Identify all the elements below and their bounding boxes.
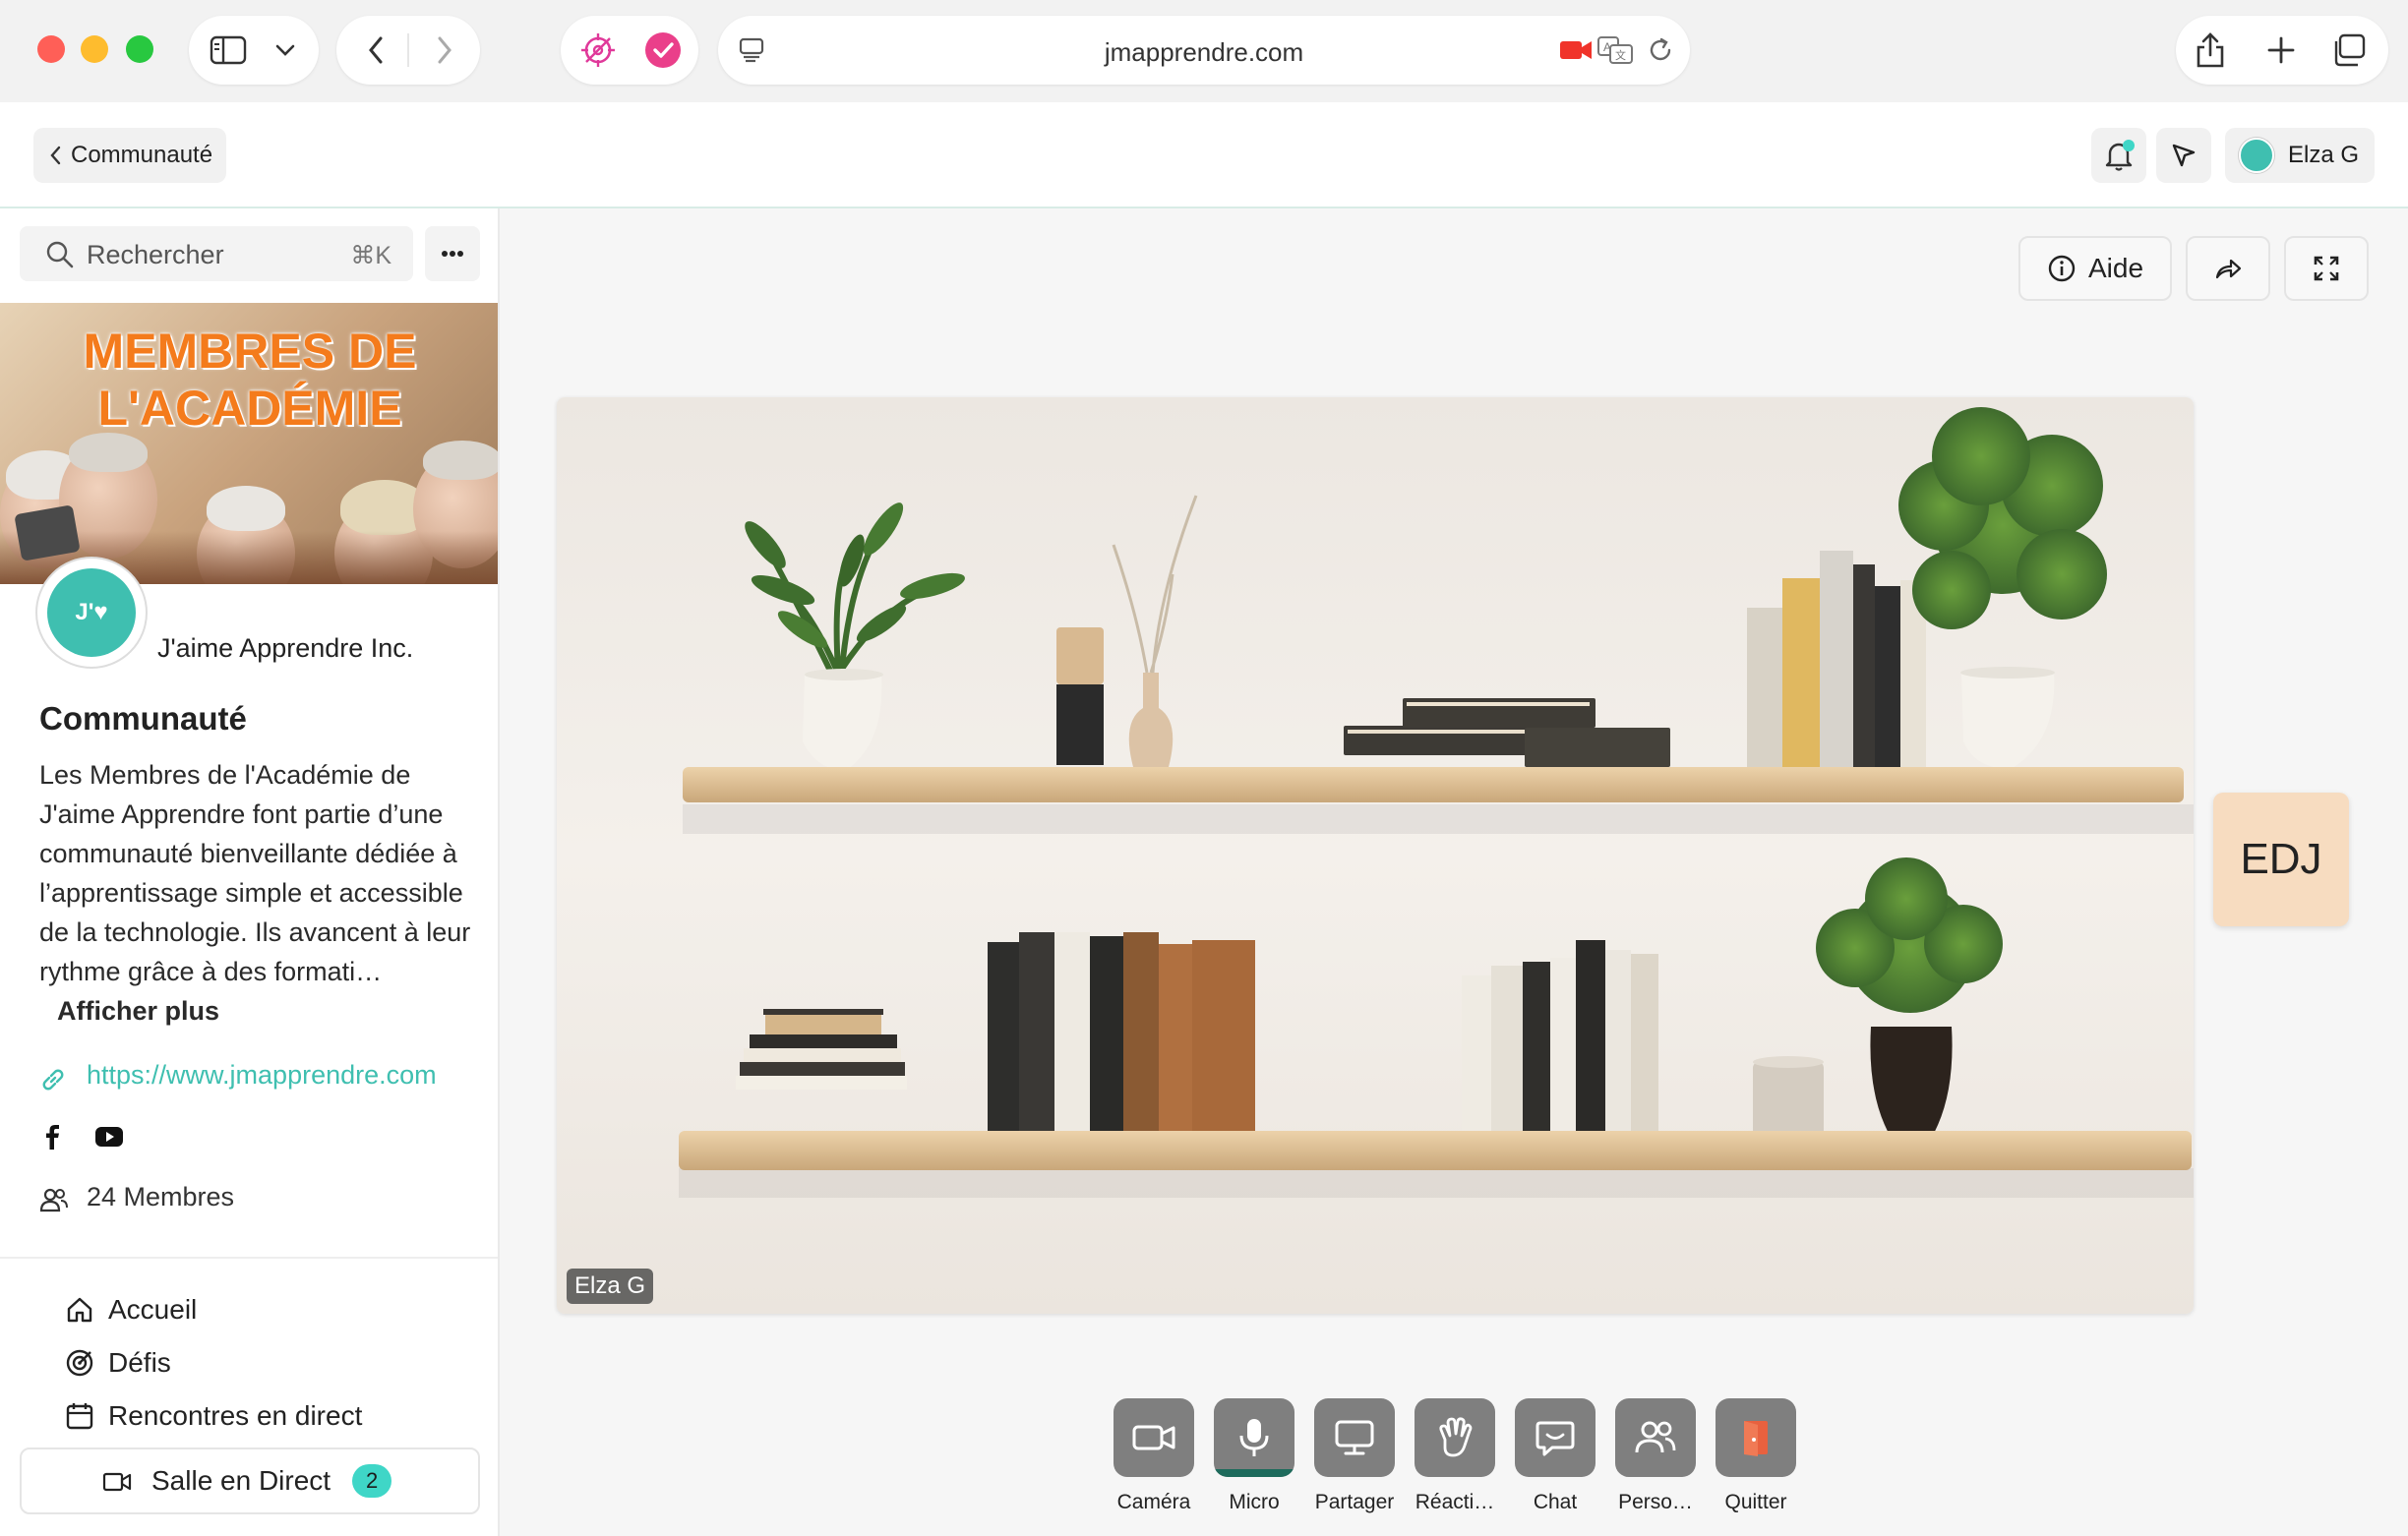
search-shortcut: ⌘K xyxy=(350,242,391,269)
help-button[interactable]: Aide xyxy=(2018,236,2172,301)
camera-icon xyxy=(1132,1425,1175,1450)
community-sidebar: Rechercher ⌘K MEMBRES DE L'ACADÉMIE J'♥ … xyxy=(0,208,500,1536)
micro-active-indicator xyxy=(1214,1469,1294,1477)
nav-rencontres[interactable]: Rencontres en direct xyxy=(65,1400,362,1432)
people-icon xyxy=(1635,1421,1676,1453)
target-icon xyxy=(66,1349,93,1377)
maximize-window-button[interactable] xyxy=(126,35,153,63)
cursor-arrow-icon xyxy=(2172,144,2196,167)
bell-icon xyxy=(2105,140,2135,171)
tracker-blocker-icon[interactable] xyxy=(578,31,618,69)
search-icon xyxy=(46,241,74,268)
sidebar-toggle-group xyxy=(189,16,319,85)
people-icon xyxy=(39,1188,68,1212)
members-count[interactable]: 24 Membres xyxy=(39,1182,234,1212)
reload-icon[interactable] xyxy=(1643,33,1678,67)
video-name-tag: Elza G xyxy=(567,1269,654,1304)
website-link[interactable]: https://www.jmapprendre.com xyxy=(39,1060,462,1091)
expand-icon xyxy=(2314,256,2339,281)
share-pill xyxy=(2176,16,2388,85)
video-camera-icon xyxy=(102,1472,132,1492)
calendar-icon xyxy=(66,1403,93,1430)
share-room-button[interactable] xyxy=(2186,236,2270,301)
search-placeholder: Rechercher xyxy=(87,240,224,269)
search-input[interactable]: Rechercher ⌘K xyxy=(20,226,413,281)
share-icon[interactable] xyxy=(2186,30,2235,71)
social-links xyxy=(39,1123,124,1151)
microphone-icon xyxy=(1239,1419,1269,1456)
url-text: jmapprendre.com xyxy=(1104,37,1304,67)
close-window-button[interactable] xyxy=(37,35,65,63)
info-icon xyxy=(2048,255,2076,282)
forward-arrow-icon[interactable] xyxy=(425,33,464,67)
sidebar-toggle-icon[interactable] xyxy=(209,33,248,67)
door-exit-icon xyxy=(1744,1421,1768,1456)
micro-control[interactable]: Micro xyxy=(1214,1398,1294,1514)
camera-control[interactable]: Caméra xyxy=(1114,1398,1194,1514)
bookshelf-scene xyxy=(679,407,2194,1198)
camera-in-use-icon[interactable] xyxy=(1558,35,1594,65)
link-icon xyxy=(42,1069,64,1091)
user-name: Elza G xyxy=(2288,142,2360,168)
new-tab-icon[interactable] xyxy=(2257,31,2306,69)
user-menu-button[interactable]: Elza G xyxy=(2225,128,2375,183)
nav-accueil[interactable]: Accueil xyxy=(65,1294,197,1326)
cursor-button[interactable] xyxy=(2156,128,2211,183)
svg-text:A: A xyxy=(1603,40,1611,54)
community-title: Communauté xyxy=(39,700,247,737)
banner-title: MEMBRES DE L'ACADÉMIE xyxy=(83,324,417,436)
reactions-control[interactable]: Réacti… xyxy=(1415,1398,1495,1514)
video-tile-main[interactable]: Elza G xyxy=(557,397,2194,1314)
back-to-community-button[interactable]: Communauté xyxy=(33,128,227,183)
participant-tile-edj[interactable]: EDJ xyxy=(2213,793,2349,926)
translate-icon[interactable]: A文 xyxy=(1595,33,1635,67)
screen-share-icon xyxy=(1335,1420,1374,1455)
notifications-button[interactable] xyxy=(2091,128,2146,183)
show-more-link[interactable]: Afficher plus xyxy=(57,996,219,1026)
participants-control[interactable]: Perso… xyxy=(1615,1398,1696,1514)
leave-control[interactable]: Quitter xyxy=(1716,1398,1796,1514)
website-url: https://www.jmapprendre.com xyxy=(87,1060,437,1090)
fullscreen-button[interactable] xyxy=(2284,236,2369,301)
community-description: Les Membres de l'Académie de J'aime Appr… xyxy=(39,760,471,1026)
back-label: Communauté xyxy=(71,142,213,168)
facebook-icon[interactable] xyxy=(39,1123,65,1151)
nav-salle-en-direct[interactable]: Salle en Direct 2 xyxy=(20,1447,480,1514)
avatar xyxy=(2239,138,2274,173)
live-count-badge: 2 xyxy=(352,1464,392,1498)
raised-hand-icon xyxy=(1439,1417,1473,1457)
chat-control[interactable]: Chat xyxy=(1515,1398,1595,1514)
minimize-window-button[interactable] xyxy=(81,35,108,63)
browser-toolbar: jmapprendre.com A文 xyxy=(0,0,2408,102)
chat-bubble-icon xyxy=(1535,1421,1575,1456)
more-options-button[interactable] xyxy=(425,226,480,281)
app-header: Communauté Elza G xyxy=(0,102,2408,208)
tab-overview-icon[interactable] xyxy=(2323,31,2373,69)
history-nav-group xyxy=(336,16,480,85)
share-screen-control[interactable]: Partager xyxy=(1314,1398,1395,1514)
home-icon xyxy=(67,1297,92,1323)
check-extension-icon[interactable] xyxy=(643,31,683,69)
live-room: Aide Elza G EDJ Caméra Micro Partager Ré… xyxy=(502,208,2408,1536)
share-arrow-icon xyxy=(2215,259,2242,279)
ellipsis-icon xyxy=(442,251,463,257)
address-bar[interactable]: jmapprendre.com A文 xyxy=(718,16,1690,85)
chevron-down-icon[interactable] xyxy=(271,37,299,63)
nav-defis[interactable]: Défis xyxy=(65,1347,171,1379)
community-banner: MEMBRES DE L'ACADÉMIE xyxy=(0,303,498,584)
svg-text:文: 文 xyxy=(1615,48,1626,62)
youtube-icon[interactable] xyxy=(94,1126,124,1148)
extensions-group xyxy=(561,16,698,85)
community-logo: J'♥ xyxy=(35,557,148,669)
sidebar-divider xyxy=(0,1257,498,1259)
organization-name: J'aime Apprendre Inc. xyxy=(157,633,414,663)
chevron-left-icon xyxy=(50,146,61,165)
back-arrow-icon[interactable] xyxy=(356,33,395,67)
